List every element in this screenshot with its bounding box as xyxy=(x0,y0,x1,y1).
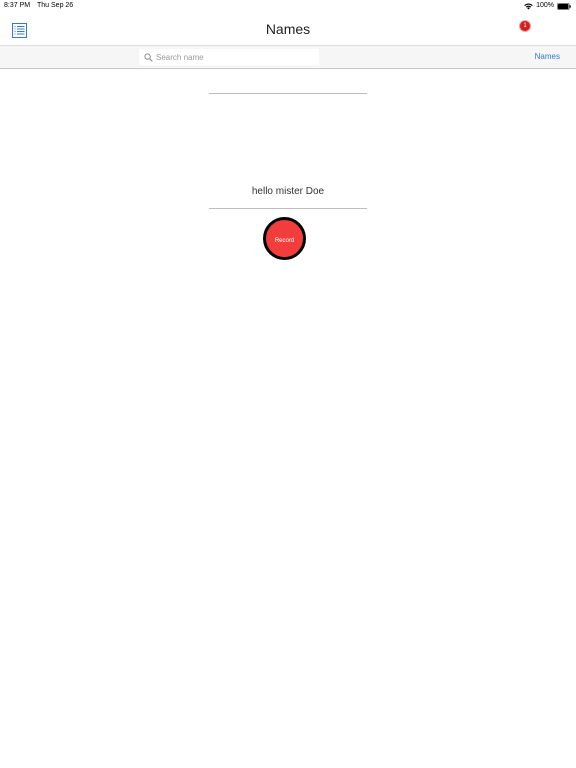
divider-bottom xyxy=(209,208,367,209)
record-button[interactable]: Record xyxy=(263,217,306,260)
status-indicators: 100% xyxy=(524,0,571,12)
status-time: 8:37 PM xyxy=(4,2,31,9)
battery-percent: 100% xyxy=(536,2,554,9)
wifi-icon xyxy=(524,2,533,9)
notification-badge[interactable]: 1 xyxy=(520,21,530,31)
greeting-text: hello mister Doe xyxy=(251,186,325,197)
divider-top xyxy=(209,93,367,94)
search-icon xyxy=(144,52,153,62)
page-title: Names xyxy=(265,21,311,37)
status-bar: 8:37 PM Thu Sep 26 100% xyxy=(0,0,576,12)
search-input[interactable] xyxy=(156,50,306,64)
navigation-bar: Names 1 xyxy=(0,12,576,46)
status-date: Thu Sep 26 xyxy=(37,2,74,9)
names-button[interactable]: Names xyxy=(535,52,560,61)
app-screen: 8:37 PM Thu Sep 26 100% Names 1 Search n… xyxy=(0,0,576,768)
search-bar: Names xyxy=(0,45,576,69)
battery-icon xyxy=(557,2,571,10)
search-field[interactable] xyxy=(139,49,319,65)
